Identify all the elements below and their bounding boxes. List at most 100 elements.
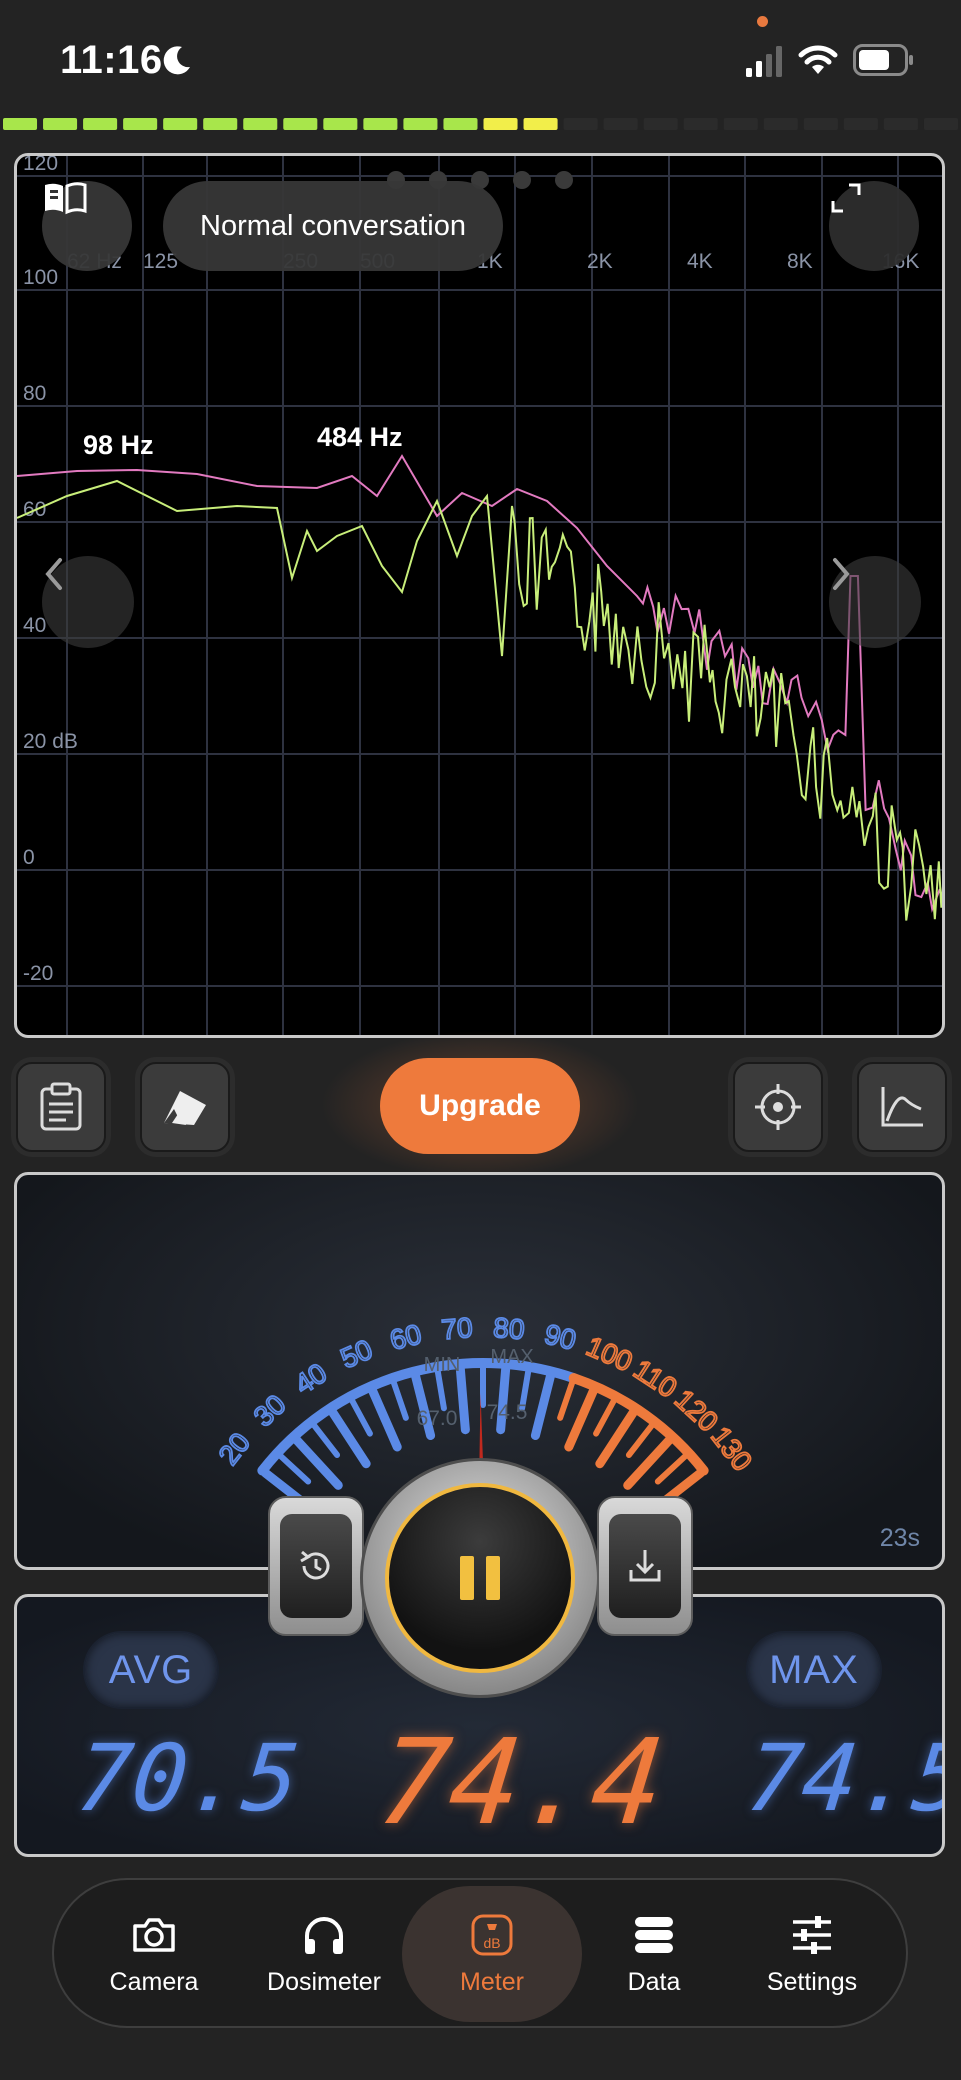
current-db-value: 74.4	[371, 1713, 671, 1851]
gauge-scale-label: 100	[582, 1330, 637, 1377]
db-tick-label: 20 dB	[23, 730, 78, 753]
download-icon	[629, 1550, 661, 1582]
level-segment	[843, 118, 878, 130]
gauge-scale-label: 70	[440, 1312, 474, 1345]
level-segment	[323, 118, 358, 130]
level-segment	[283, 118, 318, 130]
clipboard-icon	[40, 1082, 82, 1131]
tab-dosimeter-label: Dosimeter	[267, 1967, 381, 1996]
level-segment	[603, 118, 638, 130]
upgrade-button[interactable]: Upgrade	[380, 1058, 580, 1154]
gauge-tick	[310, 1421, 341, 1458]
database-icon	[635, 1916, 673, 1953]
wifi-icon	[798, 45, 838, 74]
level-segment	[83, 118, 118, 130]
db-tick-label: 0	[23, 846, 35, 869]
tab-camera[interactable]: Camera	[74, 1886, 234, 2022]
reference-level-pill[interactable]: Normal conversation	[163, 181, 503, 271]
level-segment	[723, 118, 758, 130]
camera-in-use-indicator	[757, 16, 768, 27]
chart-curve-icon	[881, 1087, 923, 1127]
book-icon	[45, 182, 87, 215]
export-button[interactable]	[597, 1496, 693, 1636]
gauge-max-value: 74.5	[487, 1401, 528, 1424]
freq-tick-label: 4K	[687, 250, 713, 273]
level-segment	[763, 118, 798, 130]
chevron-right-icon	[833, 558, 850, 590]
db-tick-label: 120	[23, 156, 58, 175]
next-chart-button[interactable]	[829, 556, 921, 648]
level-segment	[3, 118, 38, 130]
gauge-scale-label: 30	[248, 1389, 292, 1433]
level-segment	[443, 118, 478, 130]
cellular-signal-icon	[746, 46, 782, 77]
level-segment	[403, 118, 438, 130]
pause-icon	[460, 1556, 474, 1600]
gauge-tick	[390, 1378, 409, 1421]
chart-mode-button[interactable]	[857, 1062, 947, 1152]
max-value: 74.5	[741, 1725, 945, 1832]
level-segment	[803, 118, 838, 130]
gauge-tick	[557, 1378, 576, 1421]
spectrum-panel[interactable]: 12010080604020 dB0-2062 Hz1252505001K2K4…	[14, 153, 945, 1038]
skin-icon	[164, 1091, 206, 1125]
status-time: 11:16	[60, 38, 163, 82]
peak-hold-curve	[17, 454, 941, 913]
previous-chart-button[interactable]	[42, 556, 134, 648]
gauge-tick	[564, 1385, 599, 1452]
tab-data-label: Data	[627, 1967, 681, 1996]
level-segment	[683, 118, 718, 130]
battery-icon	[853, 44, 913, 76]
tab-data[interactable]: Data	[574, 1886, 734, 2022]
avg-value: 70.5	[71, 1725, 305, 1832]
gauge-tick	[593, 1397, 618, 1437]
calibrate-button[interactable]	[733, 1062, 823, 1152]
db-meter-icon: dB	[471, 1914, 513, 1955]
reset-icon	[300, 1550, 330, 1580]
max-label: MAX	[746, 1631, 882, 1709]
elapsed-time: 23s	[879, 1524, 920, 1552]
level-segment	[643, 118, 678, 130]
peak-label-low: 98 Hz	[83, 430, 154, 460]
level-segment	[523, 118, 558, 130]
db-tick-label: 100	[23, 266, 58, 289]
level-segment	[923, 118, 958, 130]
expand-icon	[831, 183, 861, 213]
level-segment	[163, 118, 198, 130]
peak-label-mid: 484 Hz	[317, 422, 403, 452]
gauge-tick	[348, 1397, 373, 1437]
db-tick-label: 80	[23, 382, 46, 405]
tab-meter[interactable]: dB Meter	[402, 1886, 582, 2022]
gauge-tick	[530, 1370, 556, 1441]
reference-guide-button[interactable]	[42, 181, 132, 271]
fullscreen-button[interactable]	[829, 181, 919, 271]
level-segment	[883, 118, 918, 130]
tab-bar: Camera Dosimeter dB Meter Data Settings	[52, 1878, 908, 2028]
tab-settings[interactable]: Settings	[732, 1886, 892, 2022]
skin-button[interactable]	[140, 1062, 230, 1152]
gauge-max-label: MAX	[490, 1346, 533, 1368]
freq-tick-label: 2K	[587, 250, 613, 273]
level-segment	[363, 118, 398, 130]
tab-dosimeter[interactable]: Dosimeter	[244, 1886, 404, 2022]
gauge-tick	[455, 1363, 470, 1435]
gauge-scale-label: 20	[213, 1427, 257, 1471]
control-cluster	[268, 1458, 693, 1698]
camera-icon	[133, 1917, 175, 1952]
gauge-min-label: MIN	[424, 1354, 461, 1376]
gauge-scale-label: 120	[669, 1383, 724, 1437]
reset-button[interactable]	[268, 1496, 364, 1636]
level-segment	[483, 118, 518, 130]
level-segment	[243, 118, 278, 130]
gauge-scale-label: 40	[289, 1357, 332, 1400]
moon-icon	[163, 46, 190, 75]
gauge-tick	[625, 1421, 656, 1458]
report-button[interactable]	[16, 1062, 106, 1152]
gauge-scale-label: 60	[387, 1318, 425, 1356]
pause-button[interactable]	[385, 1483, 575, 1673]
level-segment	[43, 118, 78, 130]
gauge-tick	[434, 1367, 447, 1412]
gauge-min-value: 67.0	[417, 1407, 458, 1430]
gauge-scale-label: 110	[628, 1354, 682, 1404]
gauge-scale-label: 90	[541, 1318, 579, 1356]
